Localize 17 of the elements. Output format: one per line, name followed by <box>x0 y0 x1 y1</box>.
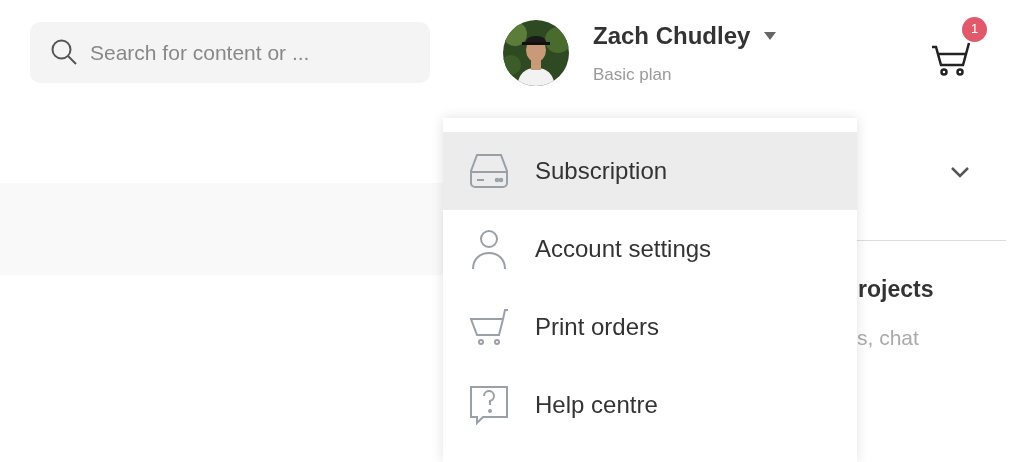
menu-item[interactable]: Help centre <box>443 366 857 444</box>
help-icon <box>469 385 509 425</box>
menu-item[interactable]: Subscription <box>443 132 857 210</box>
search-field[interactable]: Search for content or ... <box>30 22 430 83</box>
search-icon <box>50 38 78 66</box>
drive-icon <box>469 152 509 190</box>
chevron-down-icon[interactable] <box>950 166 970 179</box>
section-heading: rojects <box>858 275 934 304</box>
plan-label: Basic plan <box>593 63 673 86</box>
user-icon <box>469 229 509 269</box>
menu-item[interactable]: Print orders <box>443 288 857 366</box>
cart-icon <box>469 307 509 347</box>
cart-badge: 1 <box>962 16 987 42</box>
user-name[interactable]: Zach Chudley <box>593 17 751 54</box>
caret-icon[interactable] <box>764 31 777 40</box>
menu-item[interactable]: Account settings <box>443 210 857 288</box>
section-subtext: s, chat <box>857 325 919 351</box>
